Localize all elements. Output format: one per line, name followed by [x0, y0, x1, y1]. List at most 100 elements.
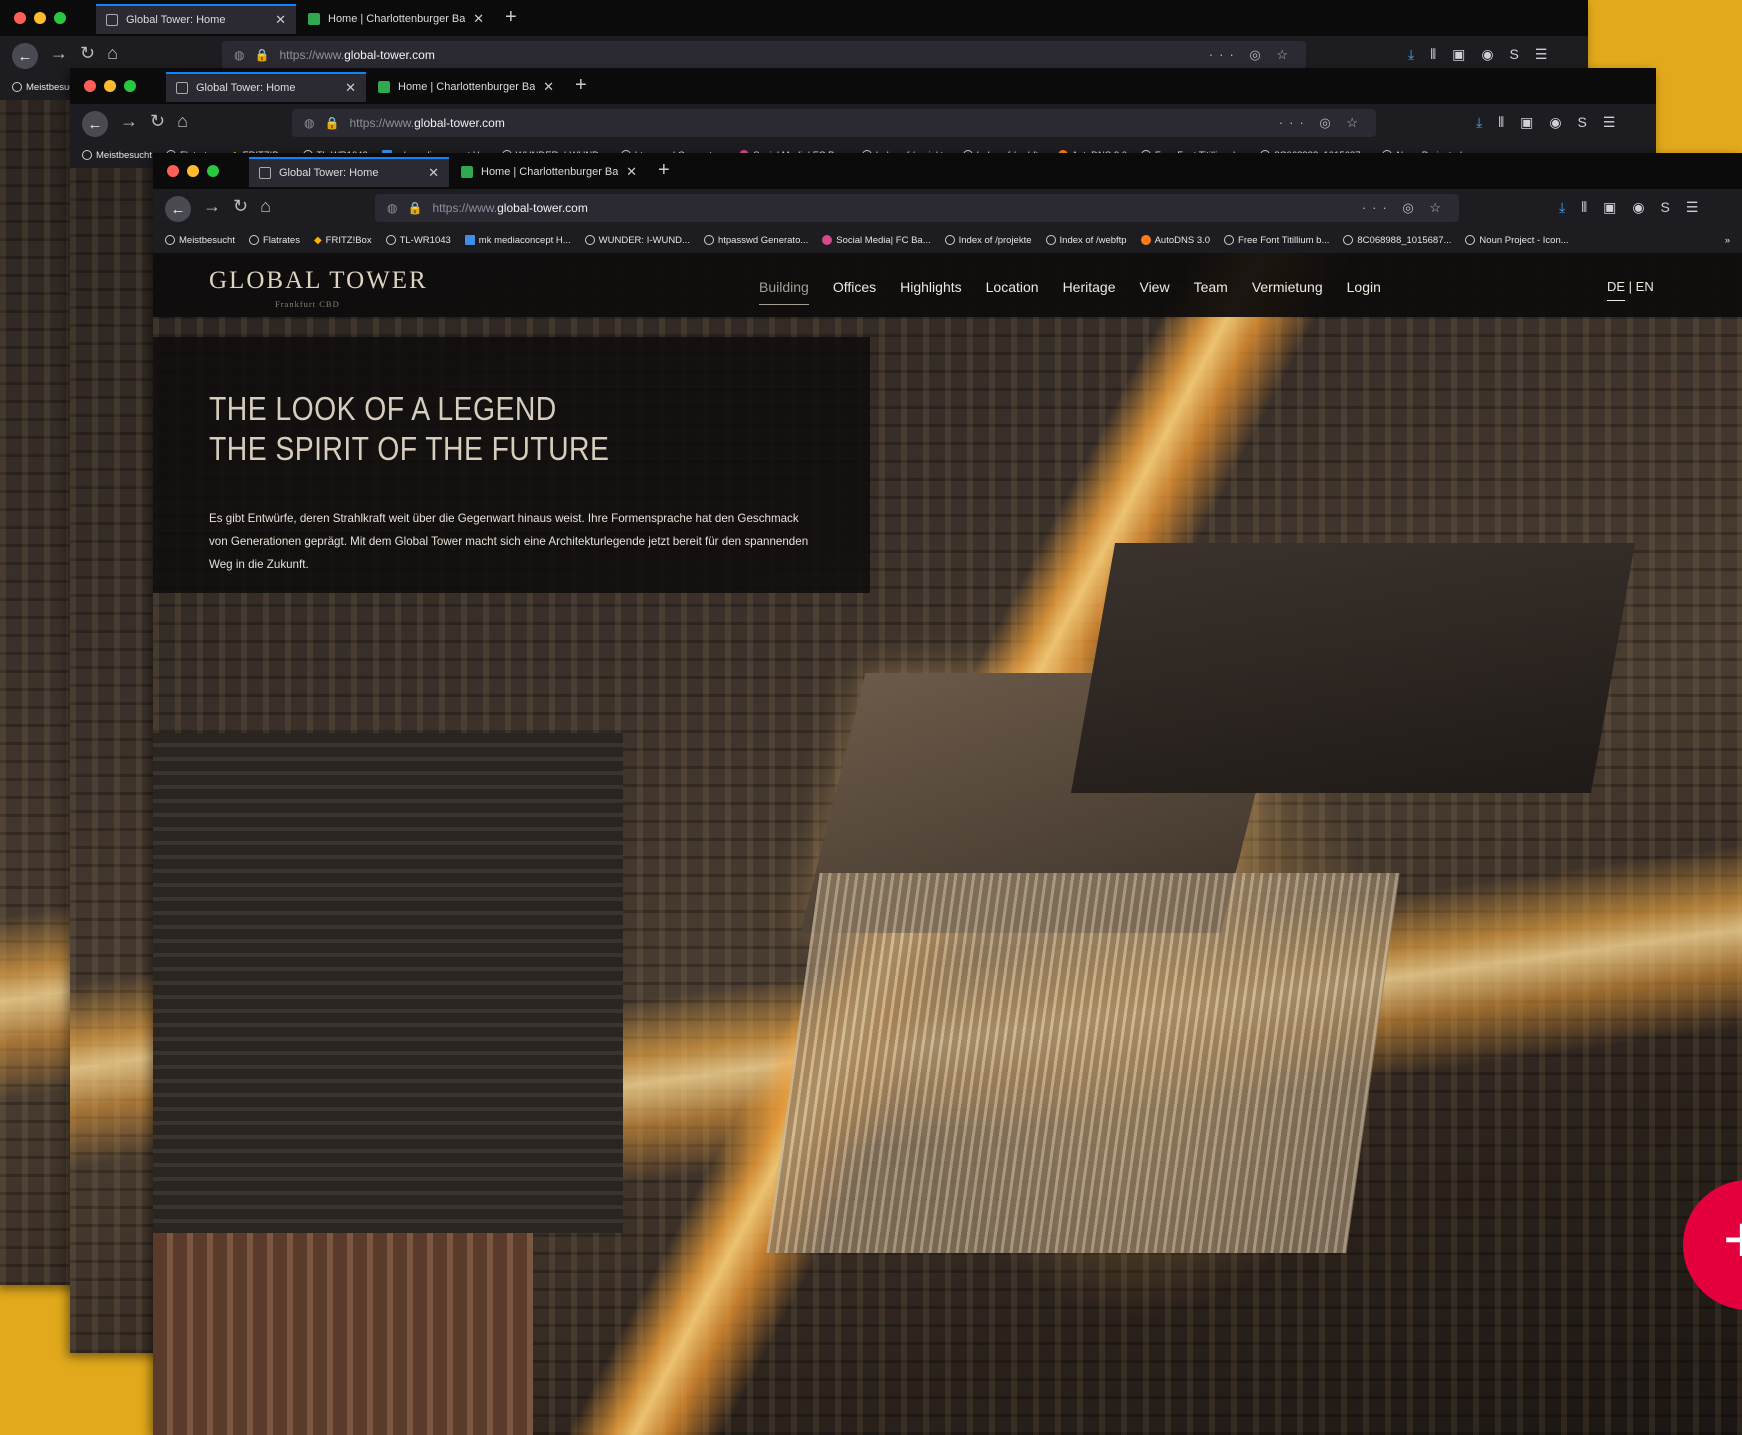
tower-facade: [766, 873, 1400, 1253]
minimize-window-button[interactable]: [104, 80, 116, 92]
new-tab-plus-icon[interactable]: +: [505, 6, 517, 29]
nav-offices[interactable]: Offices: [833, 279, 876, 295]
sidebar-icon[interactable]: ▣: [1520, 114, 1533, 131]
close-icon[interactable]: ✕: [626, 164, 637, 180]
forward-icon[interactable]: →: [203, 196, 221, 222]
bookmark-item[interactable]: 8C068988_1015687...: [1343, 235, 1451, 246]
nav-location[interactable]: Location: [986, 279, 1039, 295]
account-icon[interactable]: ◉: [1481, 46, 1493, 63]
url-prefix: https://www.: [349, 116, 415, 130]
download-icon[interactable]: ⤓: [1408, 46, 1414, 63]
home-icon[interactable]: ⌂: [177, 111, 188, 137]
bookmark-item[interactable]: Noun Project - Icon...: [1465, 235, 1569, 246]
library-icon[interactable]: ⫴: [1581, 199, 1587, 216]
bookmark-item[interactable]: Social Media| FC Ba...: [822, 235, 931, 246]
back-icon[interactable]: ←: [82, 111, 108, 137]
extension-icon[interactable]: S: [1578, 114, 1587, 131]
close-icon[interactable]: ✕: [543, 79, 554, 95]
close-icon[interactable]: ✕: [428, 165, 439, 181]
forward-icon[interactable]: →: [120, 111, 138, 137]
sidebar-icon[interactable]: ▣: [1603, 199, 1616, 216]
minimize-window-button[interactable]: [34, 12, 46, 24]
tower-roof-block: [1070, 543, 1636, 793]
window-controls: [14, 12, 66, 24]
url-bar[interactable]: ◍ 🔒 https://www.global-tower.com ··· ◎ ☆: [222, 41, 1306, 69]
reload-icon[interactable]: ↻: [80, 43, 95, 69]
extension-icon[interactable]: S: [1510, 46, 1519, 63]
tab-global-tower[interactable]: Global Tower: Home ✕: [96, 4, 296, 34]
extension-icon[interactable]: S: [1661, 199, 1670, 216]
site-header: GLOBAL TOWER Frankfurt CBD Building Offi…: [153, 253, 1742, 317]
bookmark-item[interactable]: TL-WR1043: [385, 235, 451, 246]
menu-icon[interactable]: ☰: [1603, 114, 1616, 131]
download-icon[interactable]: ⤓: [1476, 114, 1482, 131]
tab-label: Global Tower: Home: [279, 167, 379, 179]
bookmark-item[interactable]: WUNDER: I-WUND...: [584, 235, 690, 246]
bookmark-item[interactable]: htpasswd Generato...: [703, 235, 808, 246]
site-logo[interactable]: GLOBAL TOWER: [209, 267, 428, 295]
menu-icon[interactable]: ☰: [1535, 46, 1548, 63]
url-bar[interactable]: ◍ 🔒 https://www.global-tower.com ··· ◎ ☆: [375, 194, 1459, 222]
bookmark-item[interactable]: Index of /projekte: [944, 235, 1032, 246]
new-tab-plus-icon[interactable]: +: [658, 159, 670, 182]
close-window-button[interactable]: [167, 165, 179, 177]
tab-charlottenburger[interactable]: Home | Charlottenburger Bau... ✕: [298, 4, 494, 34]
forward-icon[interactable]: →: [50, 43, 68, 69]
download-icon[interactable]: ⤓: [1559, 199, 1565, 216]
home-icon[interactable]: ⌂: [107, 43, 118, 69]
library-icon[interactable]: ⫴: [1498, 114, 1504, 131]
menu-icon[interactable]: ☰: [1686, 199, 1699, 216]
hero-headline-line-1: THE LOOK OF A LEGEND: [209, 390, 557, 427]
bookmarks-overflow-chevron-icon[interactable]: »: [1725, 235, 1730, 246]
bookmark-item[interactable]: mk mediaconcept H...: [464, 235, 571, 246]
close-window-button[interactable]: [14, 12, 26, 24]
maximize-window-button[interactable]: [207, 165, 219, 177]
nav-heritage[interactable]: Heritage: [1063, 279, 1116, 295]
page-actions[interactable]: ··· ◎ ☆: [1279, 115, 1364, 131]
nav-team[interactable]: Team: [1194, 279, 1228, 295]
back-icon[interactable]: ←: [12, 43, 38, 69]
bookmark-item[interactable]: ◆FRITZ!Box: [314, 235, 372, 246]
browser-window-front: Global Tower: Home ✕ Home | Charlottenbu…: [153, 153, 1742, 1435]
account-icon[interactable]: ◉: [1549, 114, 1561, 131]
bookmark-item[interactable]: Meistbesucht: [82, 150, 152, 161]
new-tab-plus-icon[interactable]: +: [575, 74, 587, 97]
lang-de[interactable]: DE: [1607, 279, 1626, 301]
bookmark-item[interactable]: AutoDNS 3.0: [1140, 235, 1210, 246]
back-icon[interactable]: ←: [165, 196, 191, 222]
nav-highlights[interactable]: Highlights: [900, 279, 961, 295]
close-window-button[interactable]: [84, 80, 96, 92]
sidebar-icon[interactable]: ▣: [1452, 46, 1465, 63]
bookmark-favicon-icon: [944, 235, 955, 245]
tab-label: Home | Charlottenburger Bau...: [481, 166, 619, 178]
bookmark-item[interactable]: Meistbesucht: [165, 235, 235, 246]
library-icon[interactable]: ⫴: [1430, 46, 1436, 63]
bookmark-item[interactable]: Index of /webftp: [1045, 235, 1127, 246]
nav-view[interactable]: View: [1139, 279, 1169, 295]
main-menu: Building Offices Highlights Location Her…: [759, 279, 1381, 305]
account-icon[interactable]: ◉: [1632, 199, 1644, 216]
nav-vermietung[interactable]: Vermietung: [1252, 279, 1323, 295]
tab-global-tower[interactable]: Global Tower: Home ✕: [249, 157, 449, 187]
bookmark-item[interactable]: Free Font Titillium b...: [1224, 235, 1329, 246]
nav-building[interactable]: Building: [759, 279, 809, 305]
maximize-window-button[interactable]: [124, 80, 136, 92]
home-icon[interactable]: ⌂: [260, 196, 271, 222]
tab-charlottenburger[interactable]: Home | Charlottenburger Bau... ✕: [368, 72, 564, 102]
reload-icon[interactable]: ↻: [233, 196, 248, 222]
nav-login[interactable]: Login: [1347, 279, 1381, 295]
tab-global-tower[interactable]: Global Tower: Home ✕: [166, 72, 366, 102]
close-icon[interactable]: ✕: [275, 12, 286, 28]
reload-icon[interactable]: ↻: [150, 111, 165, 137]
tab-charlottenburger[interactable]: Home | Charlottenburger Bau... ✕: [451, 157, 647, 187]
page-actions[interactable]: ··· ◎ ☆: [1209, 47, 1294, 63]
maximize-window-button[interactable]: [54, 12, 66, 24]
url-bar[interactable]: ◍ 🔒 https://www.global-tower.com ··· ◎ ☆: [292, 109, 1376, 137]
lang-en[interactable]: EN: [1636, 279, 1654, 294]
close-icon[interactable]: ✕: [345, 80, 356, 96]
close-icon[interactable]: ✕: [473, 11, 484, 27]
bookmark-item[interactable]: Flatrates: [248, 235, 300, 246]
page-actions[interactable]: ··· ◎ ☆: [1362, 200, 1447, 216]
minimize-window-button[interactable]: [187, 165, 199, 177]
site-favicon-icon: [308, 13, 320, 25]
